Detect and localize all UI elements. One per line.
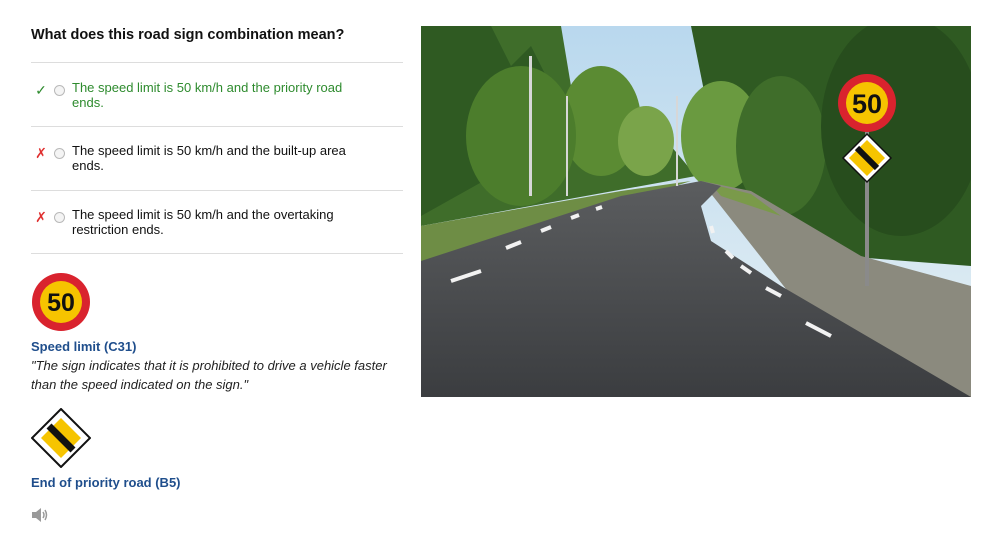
answer-option-label: The speed limit is 50 km/h and the built…: [72, 143, 346, 173]
question-text: What does this road sign combination mea…: [31, 27, 345, 43]
speaker-icon[interactable]: [31, 507, 49, 523]
divider: [31, 126, 403, 127]
speed-limit-sign-icon: 50: [32, 273, 90, 331]
cross-icon: ✗: [35, 145, 47, 161]
road-photo: 50: [421, 26, 971, 397]
divider: [31, 253, 403, 254]
radio-button[interactable]: [54, 148, 65, 159]
sign-description: "The sign indicates that it is prohibite…: [31, 358, 387, 392]
answer-option-label: The speed limit is 50 km/h and the prior…: [72, 80, 343, 110]
answer-option-label: The speed limit is 50 km/h and the overt…: [72, 207, 334, 237]
radio-button[interactable]: [54, 212, 65, 223]
divider: [31, 62, 403, 63]
answer-option-3[interactable]: ✗ The speed limit is 50 km/h and the ove…: [31, 207, 403, 247]
answer-option-2[interactable]: ✗ The speed limit is 50 km/h and the bui…: [31, 143, 403, 183]
cross-icon: ✗: [35, 209, 47, 225]
divider: [31, 190, 403, 191]
radio-button[interactable]: [54, 85, 65, 96]
speed-limit-value: 50: [47, 289, 75, 317]
end-of-priority-road-sign-icon: [31, 408, 91, 468]
sign-title-end-of-priority-road[interactable]: End of priority road (B5): [31, 475, 181, 490]
photo-sign-value: 50: [852, 89, 882, 119]
sign-title-speed-limit[interactable]: Speed limit (C31): [31, 339, 136, 354]
answer-option-1[interactable]: ✓ The speed limit is 50 km/h and the pri…: [31, 80, 403, 120]
check-icon: ✓: [35, 82, 47, 98]
